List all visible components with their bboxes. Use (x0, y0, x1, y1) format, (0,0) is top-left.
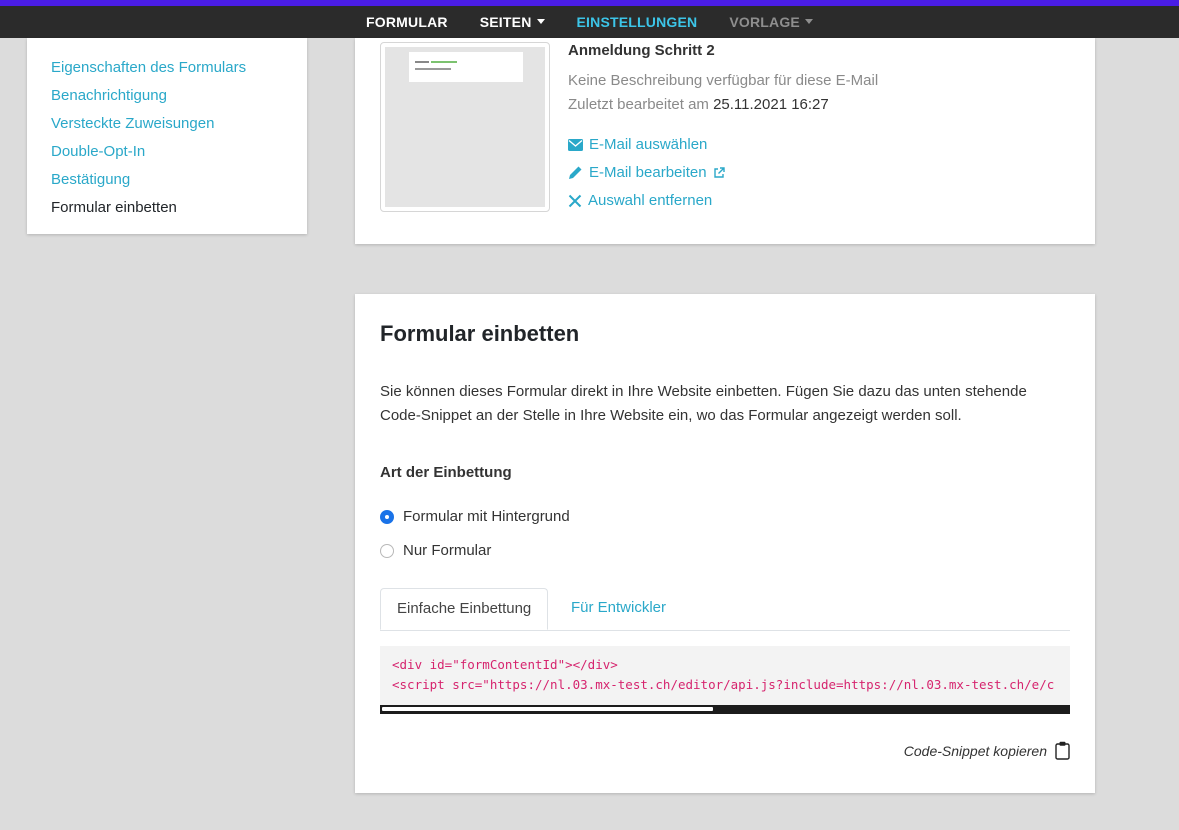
nav-formular[interactable]: FORMULAR (366, 14, 448, 30)
copy-snippet-button[interactable]: Code-Snippet kopieren (904, 741, 1070, 760)
top-navigation: FORMULAR SEITEN EINSTELLUNGEN VORLAGE (0, 6, 1179, 38)
pencil-icon (569, 166, 582, 179)
thumbnail-text-line (415, 68, 451, 70)
radio-button-checked[interactable] (380, 509, 394, 524)
sidebar-item-bestaetigung[interactable]: Bestätigung (51, 166, 283, 194)
embed-description: Sie können dieses Formular direkt in Ihr… (380, 383, 1027, 424)
edited-prefix: Zuletzt bearbeitet am (568, 96, 709, 113)
sidebar-item-double-opt-in[interactable]: Double-Opt-In (51, 138, 283, 166)
clipboard-icon (1055, 741, 1070, 760)
external-link-icon (713, 166, 725, 178)
email-thumbnail[interactable] (380, 42, 550, 212)
nav-vorlage-label: VORLAGE (729, 14, 800, 30)
edit-email-label: E-Mail bearbeiten (589, 164, 707, 181)
email-description: Keine Beschreibung verfügbar für diese E… (568, 72, 879, 89)
caret-down-icon (536, 19, 545, 24)
code-line-2: <script src="https://nl.03.mx-test.ch/ed… (392, 677, 1055, 692)
nav-formular-label: FORMULAR (366, 14, 448, 30)
edited-date: 25.11.2021 16:27 (713, 96, 829, 113)
sidebar-item-versteckte-zuweisungen[interactable]: Versteckte Zuweisungen (51, 110, 283, 138)
email-card: Anmeldung Schritt 2 Keine Beschreibung v… (355, 38, 1095, 244)
tab-developer[interactable]: Für Entwickler (555, 588, 682, 629)
code-snippet[interactable]: <div id="formContentId"></div> <script s… (380, 646, 1070, 714)
sidebar-item-benachrichtigung[interactable]: Benachrichtigung (51, 82, 283, 110)
radio-option-with-background[interactable]: Formular mit Hintergrund (380, 508, 570, 525)
email-thumbnail-preview (385, 47, 545, 207)
embed-tabs: Einfache Einbettung Für Entwickler (380, 588, 1070, 631)
code-line-1: <div id="formContentId"></div> (392, 657, 618, 672)
thumbnail-link-line (431, 61, 457, 63)
nav-einstellungen[interactable]: EINSTELLUNGEN (577, 14, 698, 30)
nav-seiten-label: SEITEN (479, 14, 532, 30)
tab-simple-embed[interactable]: Einfache Einbettung (380, 588, 549, 630)
nav-einstellungen-label: EINSTELLUNGEN (576, 14, 698, 30)
email-edited-info: Zuletzt bearbeitet am 25.11.2021 16:27 (568, 96, 829, 113)
radio-option-form-only[interactable]: Nur Formular (380, 542, 491, 559)
embed-type-heading: Art der Einbettung (380, 464, 512, 481)
edit-email-link[interactable]: E-Mail bearbeiten (568, 164, 725, 181)
embed-title: Formular einbetten (380, 321, 580, 346)
remove-selection-link[interactable]: Auswahl entfernen (568, 192, 712, 209)
envelope-icon (568, 138, 583, 151)
select-email-label: E-Mail auswählen (589, 136, 708, 153)
scrollbar-thumb[interactable] (382, 707, 713, 711)
remove-selection-label: Auswahl entfernen (588, 192, 713, 209)
sidebar-item-formular-einbetten: Formular einbetten (51, 199, 177, 216)
code-horizontal-scrollbar[interactable] (380, 705, 1070, 714)
nav-vorlage[interactable]: VORLAGE (729, 14, 813, 30)
radio-label-form-only: Nur Formular (403, 542, 492, 559)
embed-card: Formular einbetten Sie können dieses For… (355, 294, 1095, 793)
email-thumbnail-paper (409, 52, 523, 82)
radio-label-with-background: Formular mit Hintergrund (403, 508, 570, 525)
thumbnail-text-line (415, 61, 429, 63)
email-title: Anmeldung Schritt 2 (568, 42, 715, 59)
copy-snippet-label: Code-Snippet kopieren (903, 742, 1047, 759)
caret-down-icon (804, 19, 813, 24)
nav-seiten[interactable]: SEITEN (480, 14, 545, 30)
select-email-link[interactable]: E-Mail auswählen (568, 136, 707, 153)
close-icon (568, 194, 582, 207)
sidebar-item-eigenschaften[interactable]: Eigenschaften des Formulars (51, 54, 283, 82)
radio-button-unchecked[interactable] (380, 543, 394, 558)
settings-sidebar: Eigenschaften des Formulars Benachrichti… (27, 38, 307, 234)
